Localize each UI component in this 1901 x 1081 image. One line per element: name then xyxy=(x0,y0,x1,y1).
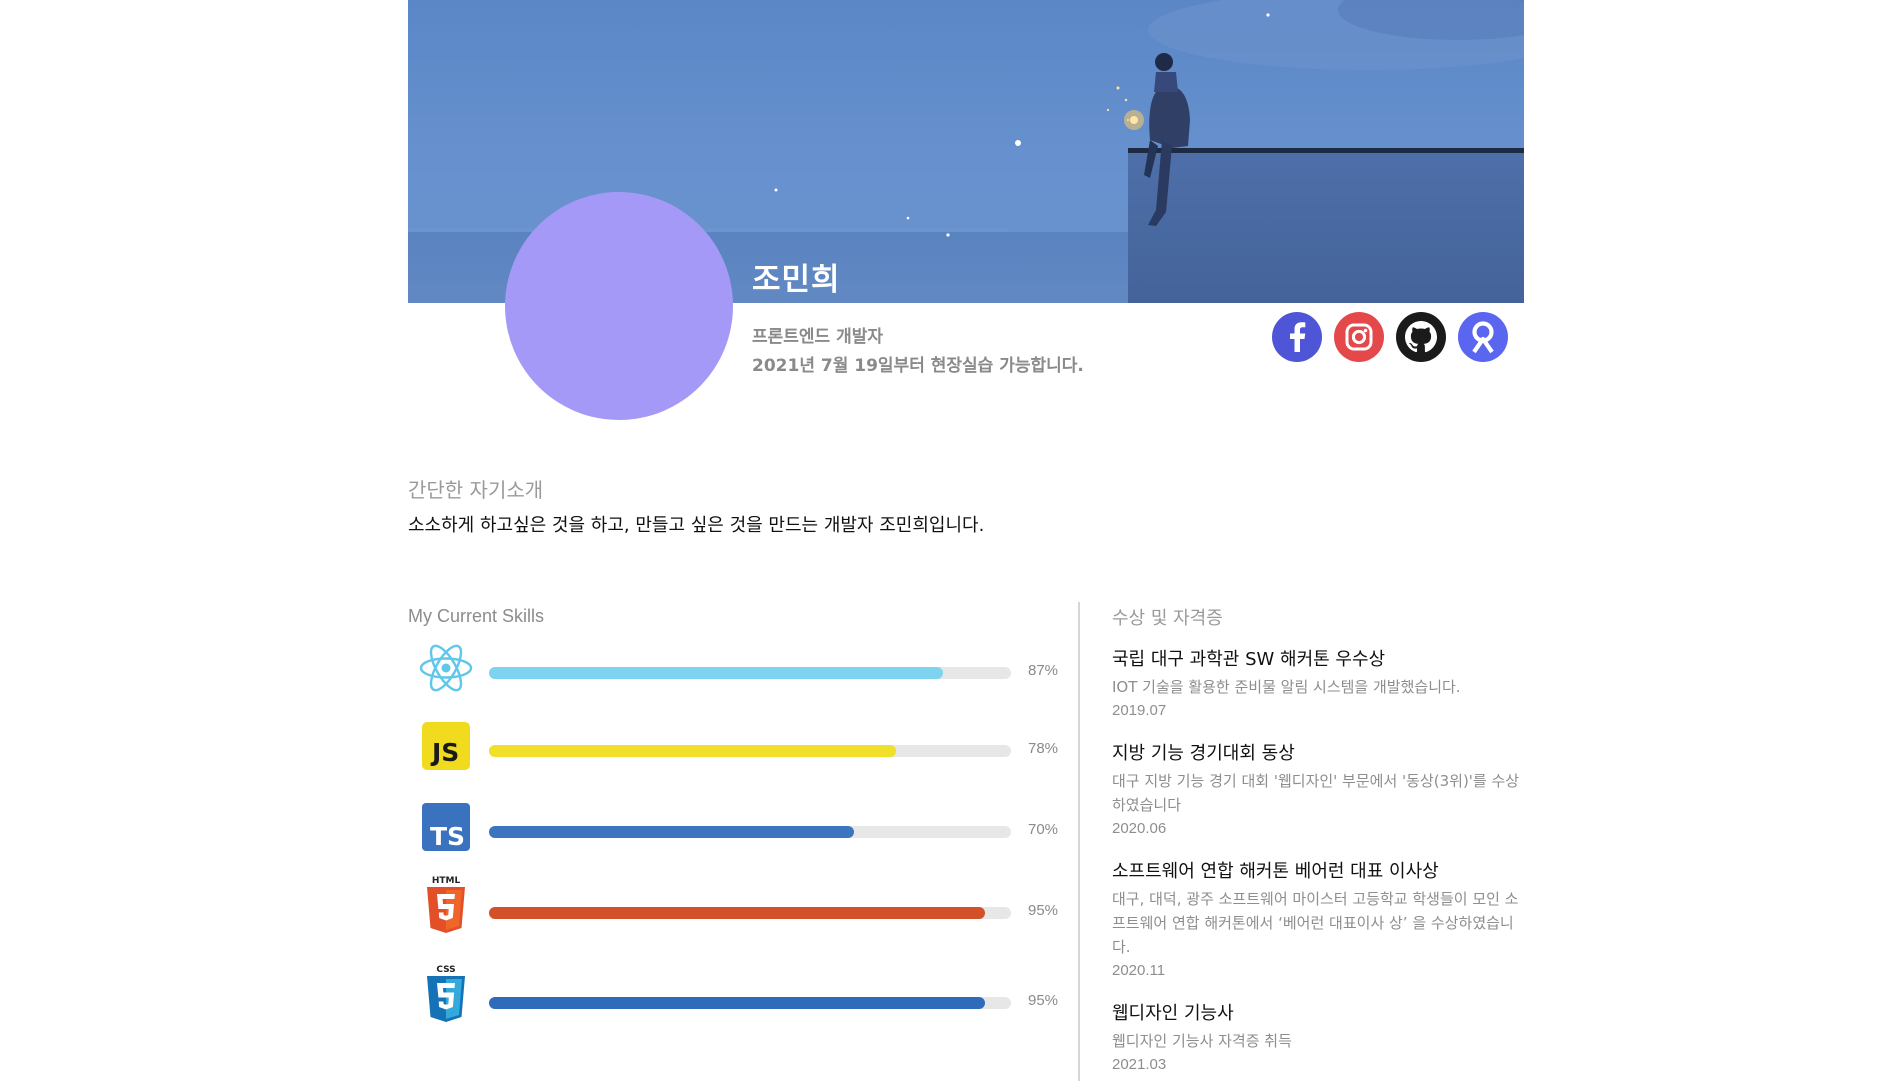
award-title: 국립 대구 과학관 SW 해커톤 우수상 xyxy=(1112,649,1386,670)
award-title: 지방 기능 경기대회 동상 xyxy=(1112,743,1295,764)
typescript-icon: TS xyxy=(418,799,474,855)
award-item: 소프트웨어 연합 해커톤 베어런 대표 이사상 대구, 대덕, 광주 소프트웨어… xyxy=(1112,859,1524,983)
social-links xyxy=(1272,312,1508,362)
skill-progress-fill xyxy=(489,907,985,919)
skill-percent: 70% xyxy=(1028,821,1059,838)
award-date: 2019.07 xyxy=(1112,702,1167,719)
award-item: 국립 대구 과학관 SW 해커톤 우수상 IOT 기술을 활용한 준비물 알림 … xyxy=(1112,647,1524,723)
awards-heading: 수상 및 자격증 xyxy=(1112,608,1223,629)
skill-row-typescript: TS 70% xyxy=(408,799,1068,859)
skill-progress-track xyxy=(489,667,1011,679)
facebook-icon xyxy=(1290,322,1306,352)
skill-row-react: 87% xyxy=(408,640,1068,700)
skill-row-html5: HTML 95% xyxy=(408,876,1068,940)
html5-icon: HTML xyxy=(418,876,474,936)
github-icon xyxy=(1398,314,1444,360)
skill-progress-fill xyxy=(489,667,944,679)
svg-text:CSS: CSS xyxy=(436,965,455,975)
skill-percent: 95% xyxy=(1028,992,1059,1009)
avatar xyxy=(505,192,733,420)
rocketpunch-icon xyxy=(1472,321,1494,354)
react-icon xyxy=(418,640,474,696)
github-link[interactable] xyxy=(1396,312,1446,362)
award-description: IOT 기술을 활용한 준비물 알림 시스템을 개발했습니다. xyxy=(1112,678,1461,696)
award-description: 웹디자인 기능사 자격증 취득 xyxy=(1112,1032,1292,1050)
award-title: 웹디자인 기능사 xyxy=(1112,1003,1234,1024)
skill-percent: 95% xyxy=(1028,902,1059,919)
skill-progress-fill xyxy=(489,826,855,838)
svg-text:HTML: HTML xyxy=(432,876,461,886)
award-description: 대구, 대덕, 광주 소프트웨어 마이스터 고등학교 학생들이 모인 소프트웨어… xyxy=(1112,890,1519,956)
skill-progress-fill xyxy=(489,997,985,1009)
section-divider xyxy=(1078,602,1080,1081)
rocketpunch-link[interactable] xyxy=(1458,312,1508,362)
award-date: 2020.11 xyxy=(1112,962,1166,979)
skill-percent: 78% xyxy=(1028,740,1059,757)
skill-row-javascript: JS 78% xyxy=(408,718,1068,778)
javascript-icon: JS xyxy=(418,718,474,774)
award-item: 지방 기능 경기대회 동상 대구 지방 기능 경기 대회 '웹디자인' 부문에서… xyxy=(1112,741,1524,841)
skills-heading: My Current Skills xyxy=(408,606,545,626)
svg-text:TS: TS xyxy=(430,822,465,851)
award-date: 2020.06 xyxy=(1112,820,1167,837)
skill-progress-track xyxy=(489,745,1011,757)
award-title: 소프트웨어 연합 해커톤 베어런 대표 이사상 xyxy=(1112,861,1439,882)
award-date: 2021.03 xyxy=(1112,1056,1167,1073)
skill-percent: 87% xyxy=(1028,662,1059,679)
award-item: 웹디자인 기능사 웹디자인 기능사 자격증 취득 2021.03 xyxy=(1112,1001,1524,1077)
instagram-icon xyxy=(1345,323,1373,351)
intro-heading: 간단한 자기소개 xyxy=(408,478,544,502)
skill-progress-track xyxy=(489,997,1011,1009)
profile-role: 프론트엔드 개발자 xyxy=(752,327,884,347)
skill-progress-track xyxy=(489,907,1011,919)
svg-text:JS: JS xyxy=(430,738,459,767)
availability-text: 2021년 7월 19일부터 현장실습 가능합니다. xyxy=(752,356,1084,376)
facebook-link[interactable] xyxy=(1272,312,1322,362)
instagram-link[interactable] xyxy=(1334,312,1384,362)
skill-row-css3: CSS 95% xyxy=(408,965,1068,1030)
profile-name: 조민희 xyxy=(752,262,841,298)
skill-progress-fill xyxy=(489,745,897,757)
profile-page: 조민희 프론트엔드 개발자 2021년 7월 19일부터 현장실습 가능합니다. xyxy=(408,0,1524,1081)
intro-text: 소소하게 하고싶은 것을 하고, 만들고 싶은 것을 만드는 개발자 조민희입니… xyxy=(408,515,985,536)
award-description: 대구 지방 기능 경기 대회 '웹디자인' 부문에서 '동상(3위)'를 수상하… xyxy=(1112,772,1520,814)
skill-progress-track xyxy=(489,826,1011,838)
css3-icon: CSS xyxy=(418,965,474,1026)
